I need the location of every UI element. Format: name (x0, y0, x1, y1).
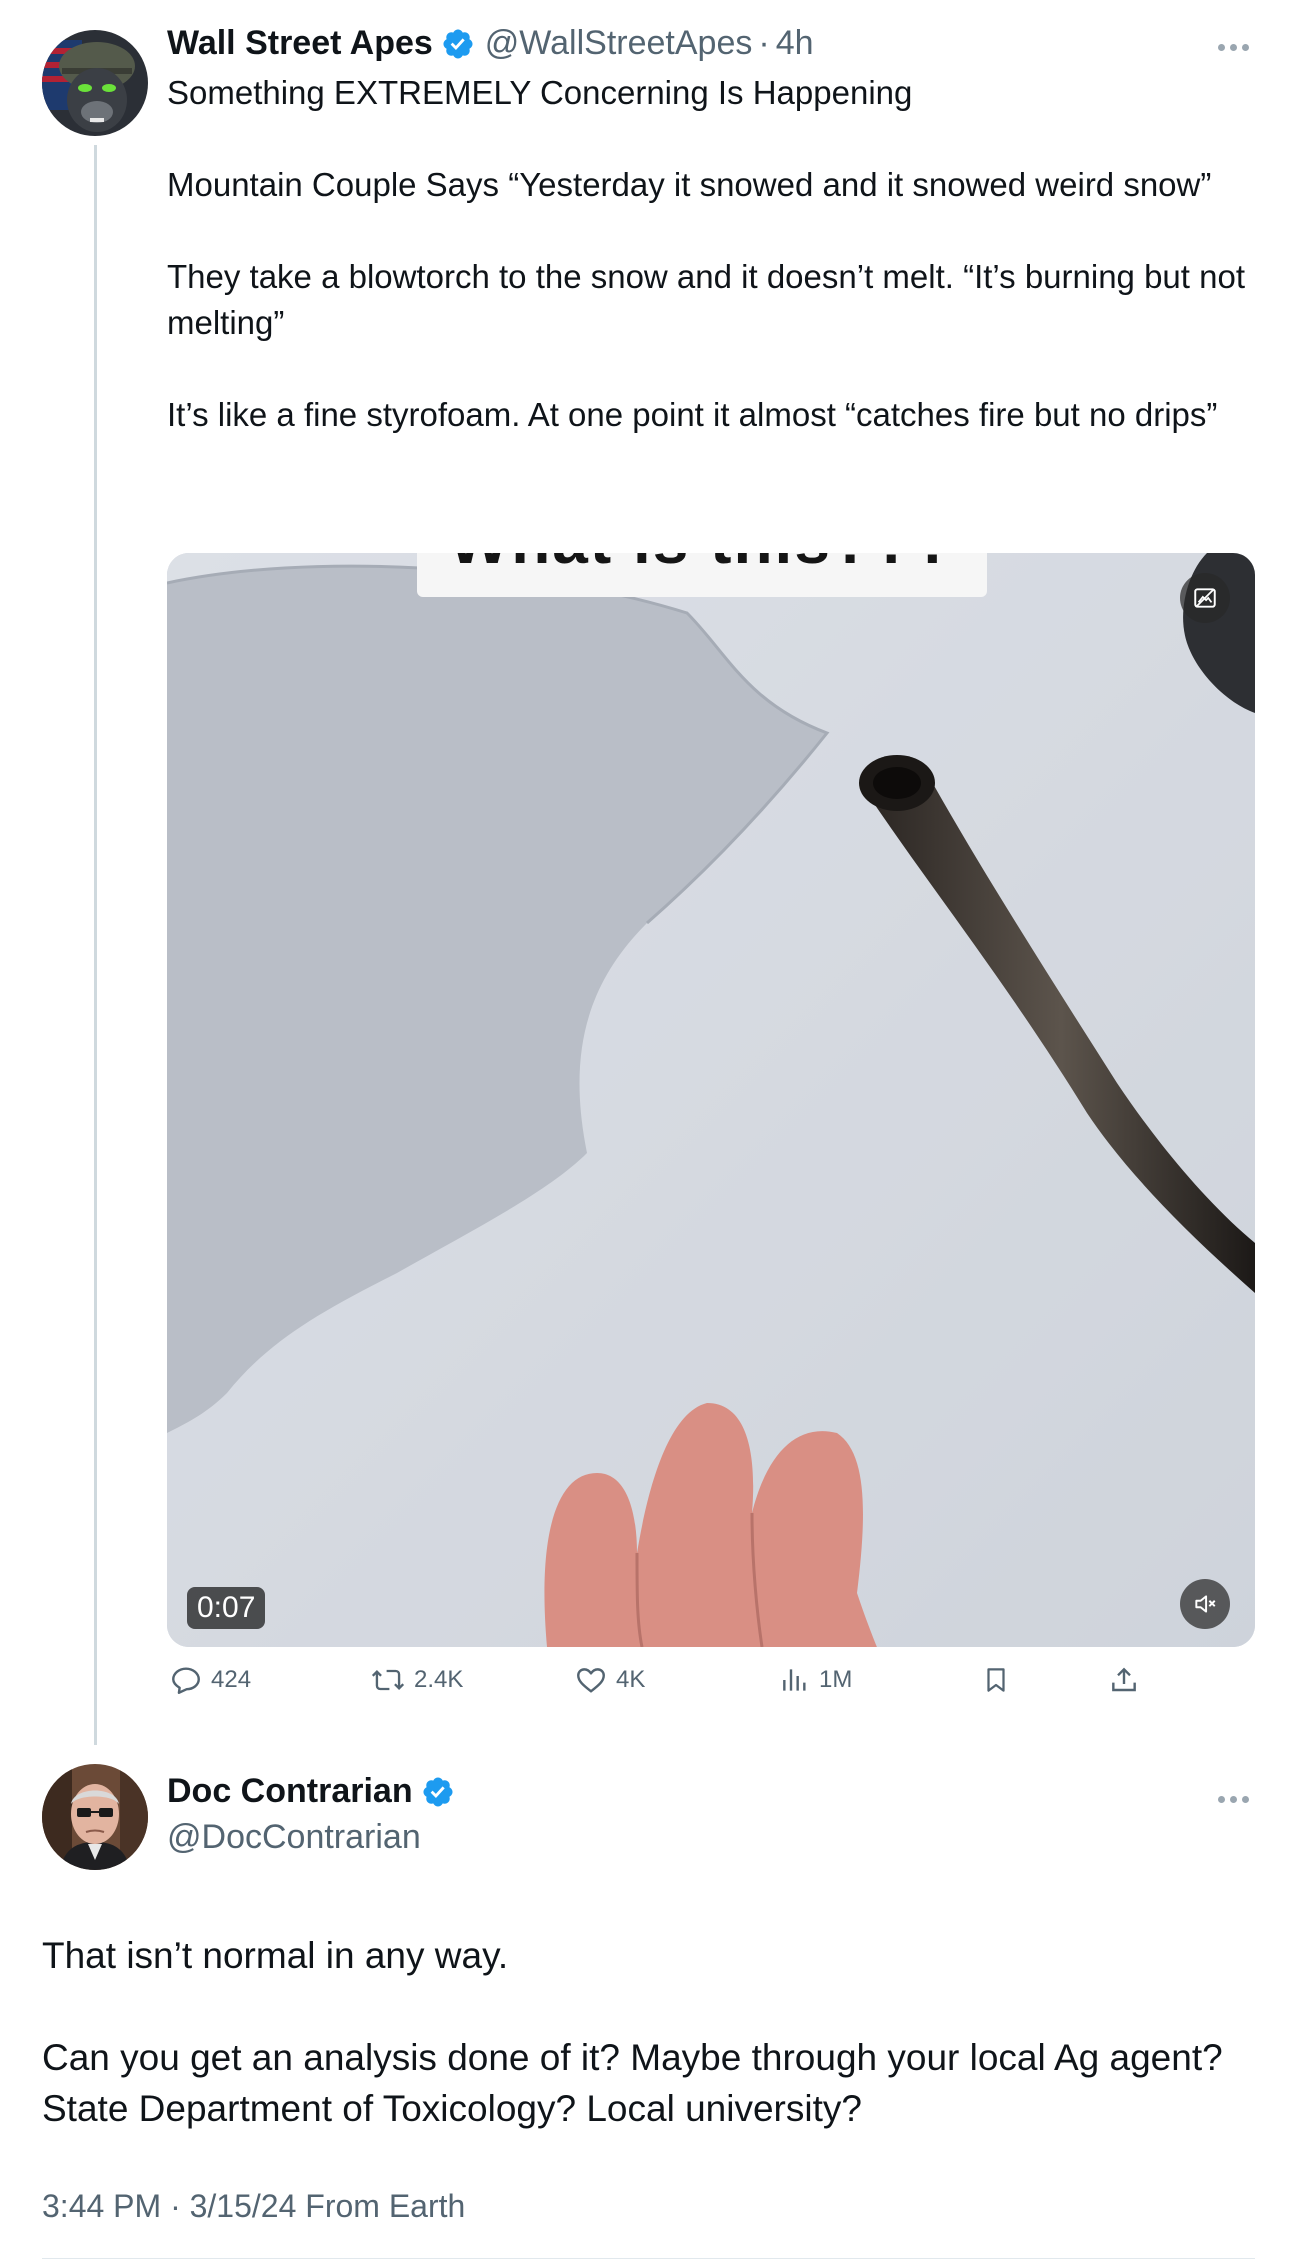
thread-connector-line (94, 145, 97, 1745)
reply-timestamp[interactable]: 3:44 PM · 3/15/24 From Earth (42, 2188, 465, 2225)
tweet-age[interactable]: 4h (776, 24, 814, 63)
author-name[interactable]: Wall Street Apes (167, 24, 433, 63)
portrait-avatar-image (42, 1764, 148, 1870)
mute-toggle-button[interactable] (1180, 1579, 1230, 1629)
video-frame-snow-image (167, 553, 1255, 1647)
repost-button[interactable]: 2.4K (370, 1663, 463, 1697)
views-chart-icon (783, 1669, 806, 1691)
share-button[interactable] (1108, 1663, 1140, 1697)
reply-author-name[interactable]: Doc Contrarian (167, 1772, 413, 1811)
tweet-action-bar: 424 2.4K 4K 1M (167, 1663, 1167, 1707)
tweet-text: Something EXTREMELY Concerning Is Happen… (167, 74, 1245, 433)
tweet-header: Wall Street Apes @WallStreetApes · 4h (167, 24, 814, 63)
repost-count: 2.4K (414, 1666, 464, 1693)
reply-count: 424 (211, 1666, 252, 1693)
like-button[interactable]: 4K (574, 1663, 645, 1697)
tweet-video[interactable]: What is this??? 0:07 (167, 553, 1255, 1647)
bookmark-icon (987, 1668, 1005, 1692)
gorilla-helmet-avatar-image (42, 30, 148, 136)
repost-icon (371, 1669, 405, 1691)
video-caption-overlay: What is this??? (417, 553, 987, 597)
dot-separator: · (758, 24, 770, 62)
reply-icon (172, 1667, 200, 1694)
reply-button[interactable]: 424 (169, 1663, 251, 1697)
view-count: 1M (819, 1666, 853, 1693)
verified-badge-icon (423, 1776, 453, 1807)
reply-author-handle[interactable]: @DocContrarian (167, 1818, 421, 1857)
reply-header: Doc Contrarian (167, 1772, 455, 1811)
bookmark-button[interactable] (981, 1663, 1011, 1697)
like-count: 4K (616, 1666, 646, 1693)
author-handle[interactable]: @WallStreetApes (485, 24, 753, 63)
video-duration: 0:07 (187, 1587, 266, 1629)
content-settings-button[interactable] (1180, 573, 1230, 623)
image-settings-icon (1194, 588, 1216, 608)
views-button[interactable]: 1M (779, 1663, 852, 1697)
more-options-icon[interactable] (1218, 41, 1254, 51)
reply-more-options-icon[interactable] (1218, 1793, 1254, 1803)
reply-text: That isn’t normal in any way. Can you ge… (42, 1935, 1223, 2129)
share-upload-icon (1112, 1667, 1136, 1692)
video-caption-text: What is this??? (417, 553, 987, 573)
verified-badge-icon (443, 28, 473, 59)
muted-speaker-icon (1195, 1595, 1216, 1613)
doc-contrarian-avatar[interactable] (42, 1764, 148, 1870)
heart-icon (577, 1668, 605, 1693)
wall-street-apes-avatar[interactable] (42, 30, 148, 136)
divider (42, 2258, 1255, 2259)
